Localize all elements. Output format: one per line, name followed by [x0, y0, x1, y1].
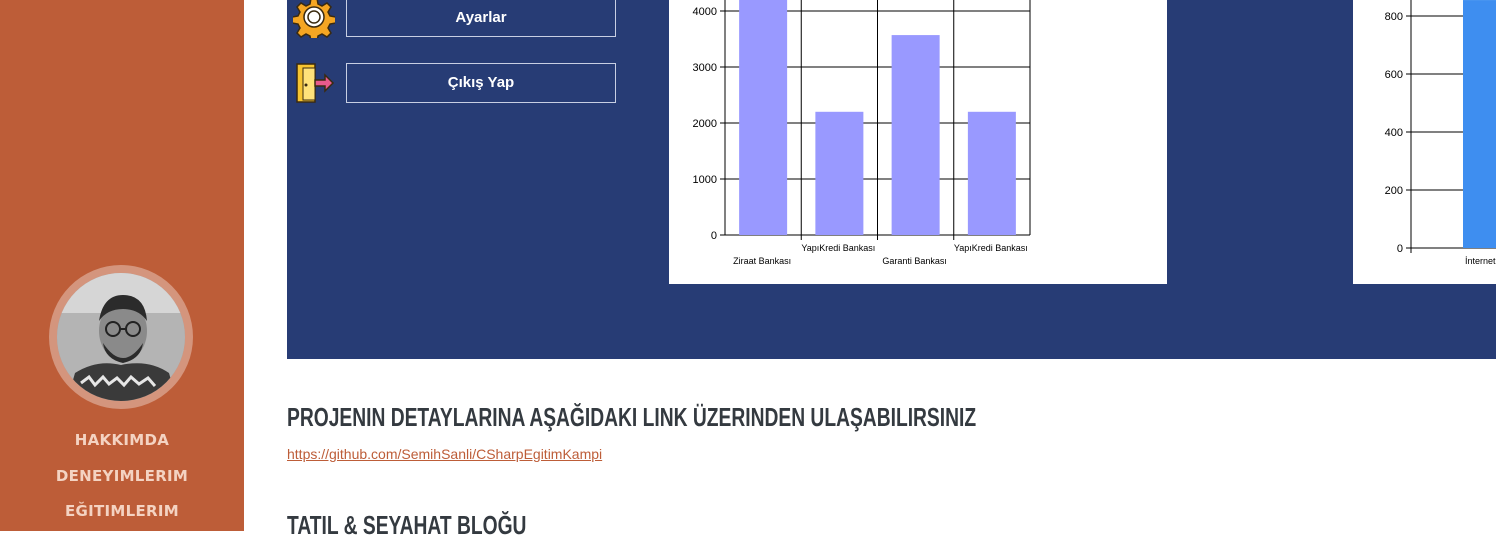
x-tick-label: Ziraat Bankası [733, 256, 791, 266]
blog-heading: TATIL & SEYAHAT BLOĞU [287, 510, 527, 540]
bar [967, 111, 1016, 235]
nav-link-hakkimda[interactable]: HAKKIMDA [0, 431, 244, 449]
y-tick-label: 0 [1397, 243, 1403, 255]
project-screenshot: Ayarlar Çıkış Yap 4000 3000 2000 1000 0 Ziraa… [287, 0, 1496, 359]
bar [891, 35, 940, 235]
y-tick-label: 600 [1385, 69, 1403, 81]
gear-icon [293, 0, 335, 38]
section-heading: PROJENIN DETAYLARINA AŞAĞIDAKI LINK ÜZER… [287, 402, 977, 432]
bar [815, 111, 864, 235]
exit-door-icon [296, 63, 335, 103]
bank-chart-panel: 4000 3000 2000 1000 0 Ziraat Bankası YapıKredi… [669, 0, 1167, 284]
bar [739, 0, 788, 236]
y-tick-label: 1000 [693, 174, 717, 186]
x-tick-label: YapıKredi Bankası [801, 243, 875, 253]
settings-button[interactable]: Ayarlar [346, 0, 616, 37]
y-tick-label: 3000 [693, 62, 717, 74]
person-photo-icon [57, 273, 185, 401]
y-tick-label: 0 [711, 230, 717, 242]
y-tick-label: 4000 [693, 6, 717, 18]
logout-button[interactable]: Çıkış Yap [346, 63, 616, 103]
bar [1463, 0, 1496, 248]
y-tick-label: 2000 [693, 118, 717, 130]
nav-link-egitimlerim[interactable]: EĞITIMLERIM [0, 502, 244, 520]
x-tick-label: YapıKredi Bankası [954, 243, 1028, 253]
bank-balance-chart: 4000 3000 2000 1000 0 Ziraat Bankası YapıKredi… [693, 0, 1031, 266]
profile-avatar [49, 265, 193, 409]
expense-chart: 800 600 400 200 0 İnternet [1385, 0, 1496, 266]
y-tick-label: 400 [1385, 127, 1403, 139]
github-link[interactable]: https://github.com/SemihSanli/CSharpEgit… [287, 446, 602, 462]
profile-photo [57, 273, 185, 401]
y-tick-label: 800 [1385, 11, 1403, 23]
x-tick-label: İnternet [1465, 256, 1496, 266]
sidebar: HAKKIMDA DENEYIMLERIM EĞITIMLERIM [0, 0, 244, 531]
y-tick-label: 200 [1385, 185, 1403, 197]
x-tick-label: Garanti Bankası [882, 256, 947, 266]
expense-chart-panel: 800 600 400 200 0 İnternet [1353, 0, 1496, 284]
nav-link-deneyimlerim[interactable]: DENEYIMLERIM [0, 467, 244, 485]
